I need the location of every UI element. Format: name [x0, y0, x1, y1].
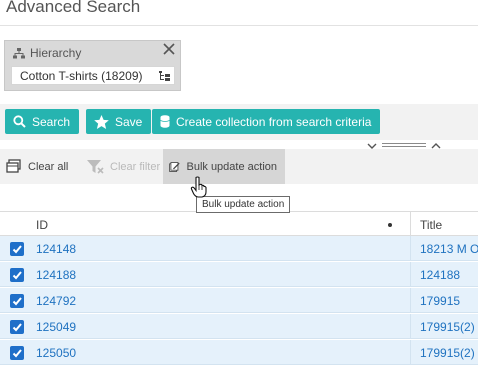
cell-id[interactable]: 125049: [36, 320, 76, 334]
results-grid: ID Title 124148 18213 M O 124188 124188 …: [0, 211, 478, 365]
cell-title[interactable]: 179915: [420, 294, 460, 308]
filter-clear-icon: [87, 159, 104, 174]
cell-id[interactable]: 124148: [36, 242, 76, 256]
column-divider: [410, 236, 411, 261]
column-header-id[interactable]: ID: [36, 218, 48, 232]
column-menu-icon[interactable]: [388, 223, 392, 227]
tree-picker-icon[interactable]: [159, 70, 171, 82]
checkmark-icon: [12, 349, 22, 358]
table-row[interactable]: 125049 179915(2): [0, 314, 478, 339]
bulk-edit-icon: [169, 161, 180, 172]
save-button-label: Save: [115, 114, 143, 129]
clear-all-button[interactable]: Clear all: [0, 149, 76, 184]
cell-id[interactable]: 124188: [36, 268, 76, 282]
table-row[interactable]: 124188 124188: [0, 262, 478, 287]
hierarchy-value-field[interactable]: Cotton T-shirts (18209): [11, 66, 175, 85]
page-title: Advanced Search: [6, 0, 141, 16]
bulk-update-tooltip: Bulk update action: [196, 196, 291, 213]
save-button[interactable]: Save: [86, 109, 152, 134]
column-divider: [410, 212, 411, 237]
row-checkbox[interactable]: [10, 346, 24, 360]
search-button[interactable]: Search: [5, 109, 80, 134]
clear-all-label: Clear all: [28, 160, 69, 173]
cell-title[interactable]: 179915(2): [420, 346, 475, 360]
close-icon[interactable]: [162, 42, 176, 56]
column-divider: [410, 262, 411, 287]
grid-header: ID Title: [0, 211, 478, 237]
table-row[interactable]: 125050 179915(2): [0, 340, 478, 365]
cell-title[interactable]: 18213 M O: [420, 242, 478, 256]
column-divider: [410, 288, 411, 313]
row-checkbox[interactable]: [10, 268, 24, 282]
table-row[interactable]: 124148 18213 M O: [0, 236, 478, 261]
filter-header: Hierarchy: [13, 46, 81, 60]
clear-filter-label: Clear filter: [110, 160, 161, 173]
create-collection-button[interactable]: Create collection from search criteria: [152, 109, 381, 134]
cell-id[interactable]: 124792: [36, 294, 76, 308]
column-divider: [410, 314, 411, 339]
checkmark-icon: [12, 297, 22, 306]
row-checkbox[interactable]: [10, 242, 24, 256]
chevron-up-icon[interactable]: [431, 143, 441, 149]
column-divider: [410, 340, 411, 365]
cell-title[interactable]: 179915(2): [420, 320, 475, 334]
hand-cursor-icon: [190, 176, 207, 198]
column-header-title[interactable]: Title: [420, 218, 442, 232]
bulk-update-label: Bulk update action: [186, 160, 277, 173]
cell-title[interactable]: 124188: [420, 268, 460, 282]
star-icon: [94, 114, 109, 129]
search-button-label: Search: [32, 114, 71, 129]
cell-id[interactable]: 125050: [36, 346, 76, 360]
search-icon: [13, 115, 26, 128]
hierarchy-filter: Hierarchy Cotton T-shirts (18209): [4, 40, 181, 91]
title-divider: [0, 25, 478, 26]
checkmark-icon: [12, 271, 22, 280]
clear-all-icon: [6, 159, 21, 173]
hierarchy-icon: [13, 47, 25, 58]
row-checkbox[interactable]: [10, 320, 24, 334]
database-icon: [160, 115, 170, 128]
row-checkbox[interactable]: [10, 294, 24, 308]
create-collection-label: Create collection from search criteria: [176, 114, 372, 129]
filter-label: Hierarchy: [30, 46, 82, 60]
chevron-down-icon[interactable]: [367, 143, 377, 149]
checkmark-icon: [12, 323, 22, 332]
checkmark-icon: [12, 245, 22, 254]
bulk-update-button[interactable]: Bulk update action: [163, 149, 285, 184]
clear-filter-button: Clear filter: [80, 149, 168, 184]
table-row[interactable]: 124792 179915: [0, 288, 478, 313]
hierarchy-value: Cotton T-shirts (18209): [20, 69, 143, 83]
